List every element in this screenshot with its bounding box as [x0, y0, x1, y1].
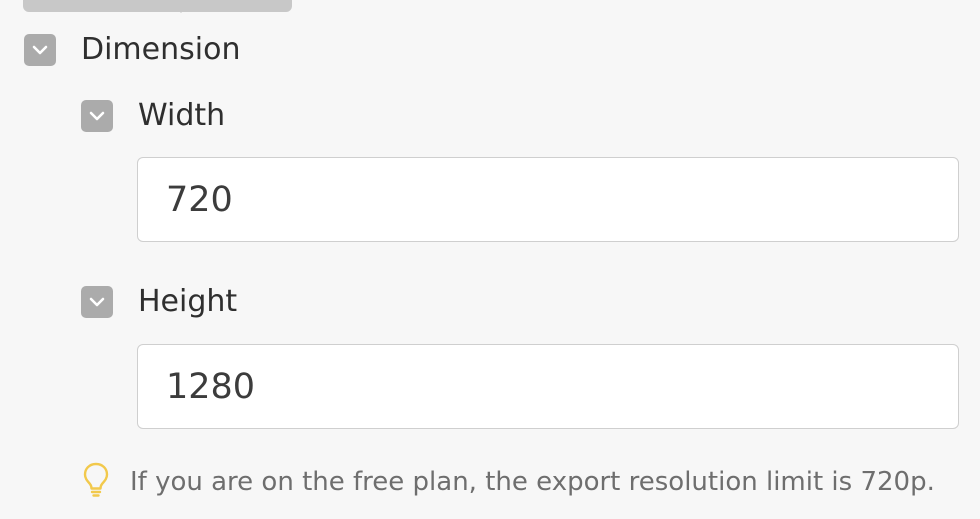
width-toggle[interactable]: [81, 100, 113, 132]
tooltip: [23, 0, 292, 13]
dimension-toggle[interactable]: [24, 34, 56, 66]
tooltip-arrow: [168, 0, 194, 13]
width-input[interactable]: [137, 157, 959, 242]
height-label: Height: [138, 284, 238, 319]
chevron-down-icon: [89, 111, 105, 121]
dimension-section-header[interactable]: Dimension: [24, 34, 240, 66]
dimension-panel: Dimension Width Height If you are o: [0, 0, 980, 519]
chevron-down-icon: [32, 45, 48, 55]
lightbulb-icon: [82, 462, 110, 502]
resolution-hint: If you are on the free plan, the export …: [82, 462, 935, 502]
chevron-down-icon: [89, 297, 105, 307]
width-section-header[interactable]: Width: [81, 100, 225, 132]
width-label: Width: [138, 98, 226, 133]
height-section-header[interactable]: Height: [81, 286, 237, 318]
height-input[interactable]: [137, 344, 959, 429]
hint-text: If you are on the free plan, the export …: [130, 467, 935, 497]
height-toggle[interactable]: [81, 286, 113, 318]
dimension-label: Dimension: [81, 32, 241, 67]
